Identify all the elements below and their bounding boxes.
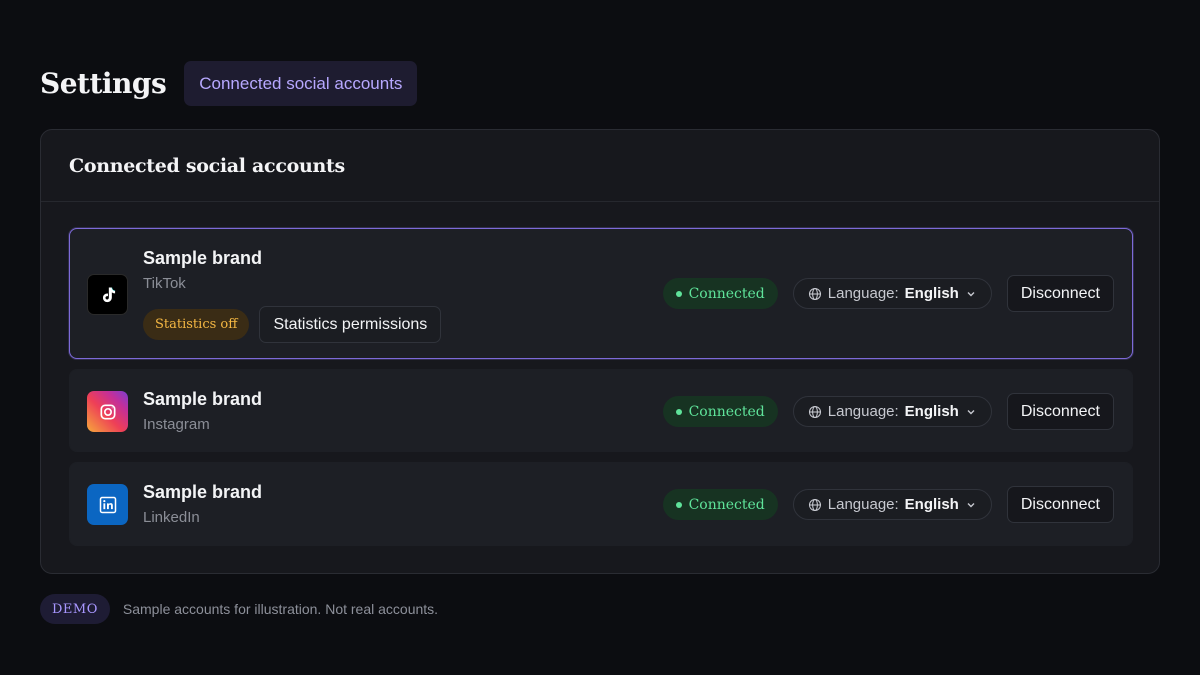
status-dot-icon [675,290,682,297]
account-info: Sample brand LinkedIn [143,481,262,527]
status-label: Connected [688,285,765,302]
account-actions: Connected Language: English Disconnect [662,393,1114,430]
statistics-controls: Statistics off Statistics permissions [143,306,442,343]
footer: DEMO Sample accounts for illustration. N… [40,594,438,624]
status-label: Connected [688,403,765,420]
language-select[interactable]: Language: English [792,278,992,309]
linkedin-icon [87,484,128,525]
network-name: TikTok [143,275,186,292]
globe-icon [808,287,822,301]
status-badge: Connected [662,278,778,309]
language-label: Language: [827,403,899,420]
account-row-linkedin[interactable]: Sample brand LinkedIn Connected Language… [69,462,1133,546]
tiktok-icon [87,274,128,315]
language-value: English [904,496,959,513]
page-title: Settings [40,67,167,100]
account-info: Sample brand Instagram [143,388,262,434]
account-row-instagram[interactable]: Sample brand Instagram Connected Languag… [69,369,1133,452]
account-row-tiktok[interactable]: Sample brand TikTok Statistics off Stati… [69,228,1133,359]
chevron-down-icon [965,406,977,418]
account-actions: Connected Language: English Disconnect [662,275,1114,312]
connected-accounts-panel: Connected social accounts Sample brand T… [40,129,1160,574]
brand-name: Sample brand [143,389,263,409]
disconnect-button[interactable]: Disconnect [1006,393,1114,430]
page-header: Settings Connected social accounts [40,61,418,106]
account-info: Sample brand TikTok [143,247,262,293]
panel-title: Connected social accounts [69,154,345,177]
instagram-icon [87,391,128,432]
status-badge: Connected [662,396,778,427]
status-label: Connected [688,496,765,513]
statistics-off-badge: Statistics off [143,309,250,340]
brand-name: Sample brand [143,248,263,268]
brand-name: Sample brand [143,482,263,502]
language-value: English [904,285,959,302]
globe-icon [808,405,822,419]
language-label: Language: [827,496,899,513]
network-name: Instagram [143,416,210,433]
footer-note: Sample accounts for illustration. Not re… [122,601,439,617]
demo-badge: DEMO [40,594,110,624]
language-select[interactable]: Language: English [792,489,992,520]
network-name: LinkedIn [143,509,200,526]
status-dot-icon [675,501,682,508]
chevron-down-icon [965,288,977,300]
language-value: English [904,403,959,420]
disconnect-button[interactable]: Disconnect [1006,275,1114,312]
language-label: Language: [827,285,899,302]
statistics-permissions-button[interactable]: Statistics permissions [259,306,442,343]
tab-connected-social-accounts[interactable]: Connected social accounts [184,61,418,106]
panel-header: Connected social accounts [41,130,1159,202]
globe-icon [808,498,822,512]
status-badge: Connected [662,489,778,520]
chevron-down-icon [965,499,977,511]
status-dot-icon [675,408,682,415]
disconnect-button[interactable]: Disconnect [1006,486,1114,523]
account-actions: Connected Language: English Disconnect [662,486,1114,523]
language-select[interactable]: Language: English [792,396,992,427]
